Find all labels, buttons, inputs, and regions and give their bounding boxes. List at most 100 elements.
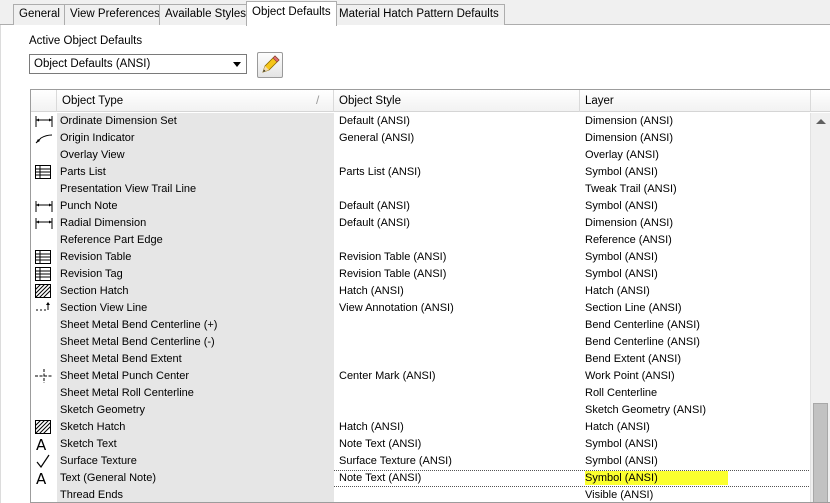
object-style-cell[interactable] [334, 147, 580, 164]
object-type-cell: Revision Table [57, 249, 334, 266]
layer-cell[interactable]: Dimension (ANSI) [580, 215, 811, 232]
object-style-cell[interactable]: Revision Table (ANSI) [334, 266, 580, 283]
layer-cell[interactable]: Bend Centerline (ANSI) [580, 334, 811, 351]
tab-available-styles[interactable]: Available Styles [159, 4, 252, 25]
object-style-cell[interactable]: Default (ANSI) [334, 198, 580, 215]
scroll-up-icon[interactable] [816, 119, 826, 124]
table-row[interactable]: Sheet Metal Bend Centerline (+) Bend Cent… [31, 317, 811, 334]
object-type-cell: Sheet Metal Bend Centerline (+) [57, 317, 334, 334]
pencil-icon [262, 55, 280, 73]
surface-texture-icon [31, 453, 57, 470]
layer-cell[interactable]: Section Line (ANSI) [580, 300, 811, 317]
object-style-cell[interactable]: Default (ANSI) [334, 113, 580, 130]
table-row[interactable]: Section Hatch Hatch (ANSI) Hatch (ANSI) [31, 283, 811, 300]
object-style-cell[interactable] [334, 181, 580, 198]
layer-cell[interactable]: Symbol (ANSI) [580, 198, 811, 215]
object-style-cell[interactable] [334, 351, 580, 368]
table-row[interactable]: Presentation View Trail Line Tweak Trail … [31, 181, 811, 198]
column-resize-icon: / [316, 93, 320, 107]
table-row[interactable]: Punch Note Default (ANSI) Symbol (ANSI) [31, 198, 811, 215]
object-style-cell[interactable]: Note Text (ANSI) [334, 436, 580, 453]
svg-text:A: A [36, 437, 47, 451]
table-row[interactable]: Section View Line View Annotation (ANSI) S… [31, 300, 811, 317]
svg-text:A: A [36, 471, 47, 485]
layer-cell[interactable]: Bend Extent (ANSI) [580, 351, 811, 368]
object-style-cell[interactable] [334, 385, 580, 402]
icon-cell [31, 147, 57, 164]
scrollbar-thumb[interactable] [813, 403, 828, 502]
layer-cell[interactable]: Hatch (ANSI) [580, 283, 811, 300]
table-row[interactable]: Sketch Hatch Hatch (ANSI) Hatch (ANSI) [31, 419, 811, 436]
center-mark-icon [31, 368, 57, 385]
table-row[interactable]: Reference Part Edge Reference (ANSI) [31, 232, 811, 249]
header-object-type[interactable]: Object Type [57, 90, 334, 112]
layer-cell[interactable]: Work Point (ANSI) [580, 368, 811, 385]
layer-cell[interactable]: Overlay (ANSI) [580, 147, 811, 164]
layer-cell[interactable]: Symbol (ANSI) [580, 470, 811, 487]
tab-general[interactable]: General [13, 4, 66, 25]
header-layer[interactable]: Layer [580, 90, 811, 112]
table-row[interactable]: Sheet Metal Punch Center Center Mark (ANS… [31, 368, 811, 385]
layer-cell[interactable]: Tweak Trail (ANSI) [580, 181, 811, 198]
object-style-cell[interactable]: Hatch (ANSI) [334, 283, 580, 300]
table-row[interactable]: Radial Dimension Default (ANSI) Dimension … [31, 215, 811, 232]
active-object-defaults-dropdown[interactable]: Object Defaults (ANSI) [29, 54, 247, 74]
grid-header: Object Type / Object Style Layer [31, 90, 830, 112]
table-row[interactable]: A Text (General Note) Note Text (ANSI) Symb… [31, 470, 811, 487]
table-row[interactable]: Ordinate Dimension Set Default (ANSI) Dime… [31, 113, 811, 130]
layer-cell[interactable]: Symbol (ANSI) [580, 164, 811, 181]
table-row[interactable]: Revision Table Revision Table (ANSI) Symbo… [31, 249, 811, 266]
table-row[interactable]: Surface Texture Surface Texture (ANSI) Sym… [31, 453, 811, 470]
vertical-scrollbar[interactable] [810, 113, 830, 502]
table-row[interactable]: Thread Ends Visible (ANSI) [31, 487, 811, 502]
object-type-cell: Thread Ends [57, 487, 334, 502]
object-style-cell[interactable]: Note Text (ANSI) [334, 470, 580, 487]
object-style-cell[interactable]: Hatch (ANSI) [334, 419, 580, 436]
edit-pencil-button[interactable] [257, 52, 283, 78]
table-row[interactable]: A Sketch Text Note Text (ANSI) Symbol (ANSI… [31, 436, 811, 453]
object-style-cell[interactable] [334, 232, 580, 249]
object-style-cell[interactable]: General (ANSI) [334, 130, 580, 147]
table-row[interactable]: Origin Indicator General (ANSI) Dimension … [31, 130, 811, 147]
object-style-cell[interactable] [334, 402, 580, 419]
table-icon [31, 266, 57, 283]
layer-cell[interactable]: Dimension (ANSI) [580, 113, 811, 130]
table-row[interactable]: Sketch Geometry Sketch Geometry (ANSI) [31, 402, 811, 419]
object-style-cell[interactable]: Revision Table (ANSI) [334, 249, 580, 266]
table-row[interactable]: Sheet Metal Bend Extent Bend Extent (ANSI… [31, 351, 811, 368]
layer-cell[interactable]: Hatch (ANSI) [580, 419, 811, 436]
object-type-cell: Section Hatch [57, 283, 334, 300]
tab-object-defaults[interactable]: Object Defaults [246, 1, 337, 26]
table-row[interactable]: Overlay View Overlay (ANSI) [31, 147, 811, 164]
tab-view-preferences[interactable]: View Preferences [64, 4, 166, 25]
object-style-cell[interactable]: View Annotation (ANSI) [334, 300, 580, 317]
object-style-cell[interactable]: Surface Texture (ANSI) [334, 453, 580, 470]
layer-cell[interactable]: Symbol (ANSI) [580, 266, 811, 283]
hatch-icon [31, 283, 57, 300]
object-type-cell: Surface Texture [57, 453, 334, 470]
layer-cell[interactable]: Symbol (ANSI) [580, 249, 811, 266]
object-style-cell[interactable] [334, 334, 580, 351]
object-type-cell: Text (General Note) [57, 470, 334, 487]
text-icon: A [31, 436, 57, 453]
table-row[interactable]: Revision Tag Revision Table (ANSI) Symbol … [31, 266, 811, 283]
object-style-cell[interactable]: Default (ANSI) [334, 215, 580, 232]
tab-material-hatch-pattern-defaults[interactable]: Material Hatch Pattern Defaults [333, 4, 505, 25]
layer-cell[interactable]: Reference (ANSI) [580, 232, 811, 249]
object-style-cell[interactable] [334, 487, 580, 502]
object-style-cell[interactable]: Center Mark (ANSI) [334, 368, 580, 385]
header-object-style[interactable]: Object Style [334, 90, 580, 112]
object-style-cell[interactable] [334, 317, 580, 334]
layer-cell[interactable]: Dimension (ANSI) [580, 130, 811, 147]
layer-cell[interactable]: Symbol (ANSI) [580, 453, 811, 470]
layer-cell[interactable]: Symbol (ANSI) [580, 436, 811, 453]
icon-cell [31, 385, 57, 402]
table-row[interactable]: Sheet Metal Roll Centerline Roll Centerli… [31, 385, 811, 402]
table-row[interactable]: Parts List Parts List (ANSI) Symbol (ANSI) [31, 164, 811, 181]
layer-cell[interactable]: Bend Centerline (ANSI) [580, 317, 811, 334]
layer-cell[interactable]: Roll Centerline [580, 385, 811, 402]
layer-cell[interactable]: Sketch Geometry (ANSI) [580, 402, 811, 419]
object-style-cell[interactable]: Parts List (ANSI) [334, 164, 580, 181]
layer-cell[interactable]: Visible (ANSI) [580, 487, 811, 502]
table-row[interactable]: Sheet Metal Bend Centerline (-) Bend Cent… [31, 334, 811, 351]
